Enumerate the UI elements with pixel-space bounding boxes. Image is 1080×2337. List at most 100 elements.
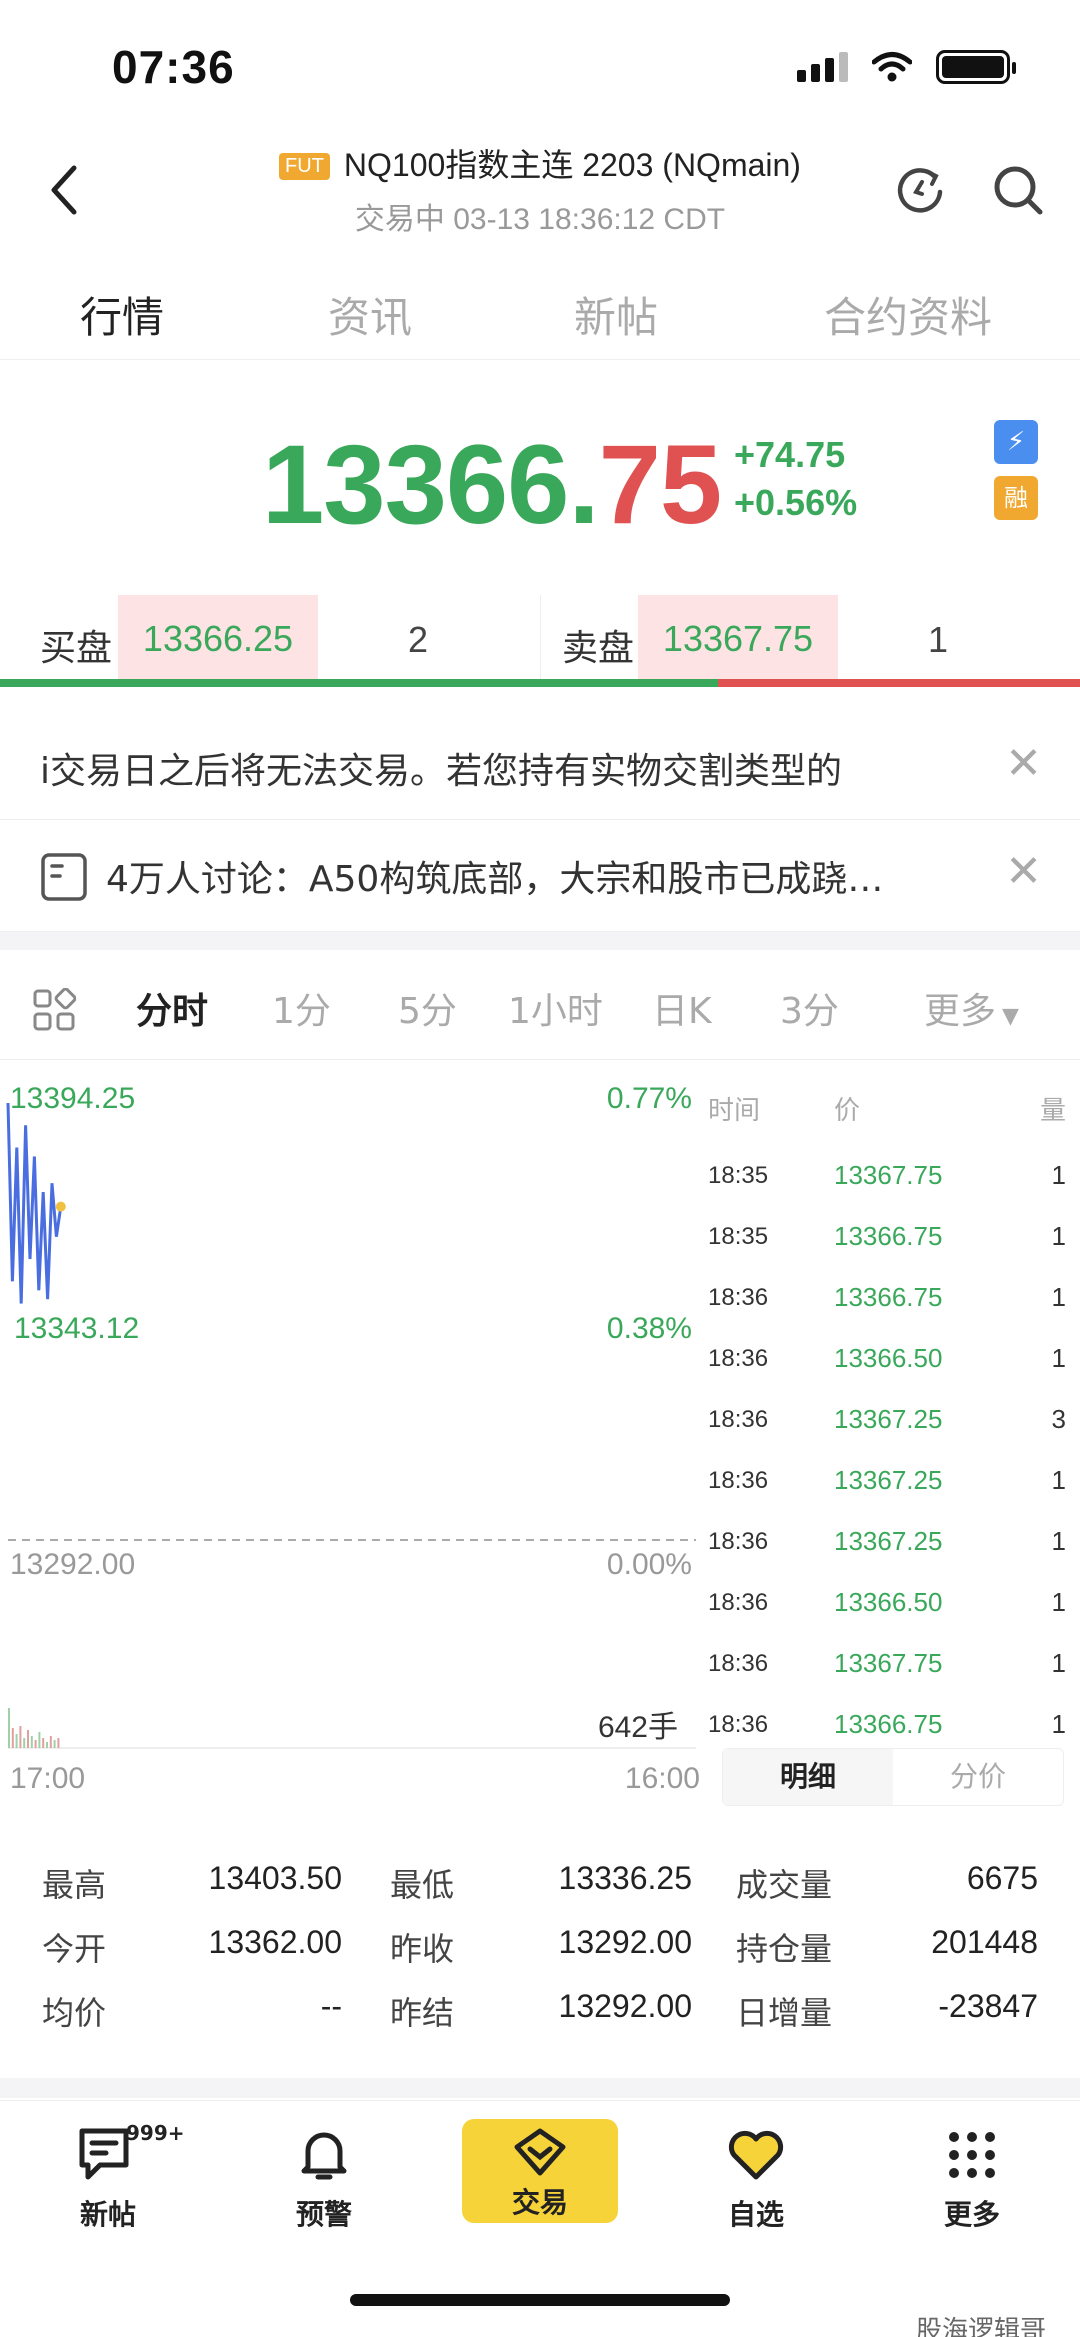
refresh-icon[interactable] xyxy=(892,162,948,218)
tab-5min[interactable]: 5分 xyxy=(398,982,457,1034)
ask-price[interactable]: 13367.75 xyxy=(638,595,838,683)
price-line xyxy=(6,1102,63,1304)
ask-qty: 1 xyxy=(928,619,949,660)
tick-price: 13366.75 xyxy=(834,1282,943,1312)
status-icons xyxy=(797,50,1016,84)
chevron-down-icon: ▼ xyxy=(1002,1004,1019,1029)
close-icon[interactable]: ✕ xyxy=(1005,742,1042,786)
tick-time: 18:36 xyxy=(708,1711,769,1738)
margin-icon[interactable]: 融 xyxy=(994,476,1038,520)
time-start: 17:00 xyxy=(10,1762,86,1795)
tick-row: 18:36 13367.25 3 xyxy=(700,1396,1080,1457)
stat-value: 13336.25 xyxy=(558,1860,692,1896)
header: FUT NQ100指数主连 2203 (NQmain) 交易中 03-13 18:… xyxy=(0,130,1080,250)
tab-1min[interactable]: 1分 xyxy=(272,982,331,1034)
home-indicator xyxy=(350,2294,730,2306)
volume-bars xyxy=(8,1708,60,1748)
nav-posts[interactable]: 999+ 新帖 xyxy=(38,2121,185,2233)
col-volume: 量 xyxy=(1039,1096,1066,1126)
stat-label: 最低 xyxy=(390,1866,455,1904)
tick-row: 18:36 13366.50 1 xyxy=(700,1335,1080,1396)
stat-label: 昨收 xyxy=(390,1930,455,1968)
volume-bar xyxy=(27,1730,29,1748)
nav-watchlist[interactable]: 自选 xyxy=(686,2125,826,2233)
time-end: 16:00 xyxy=(624,1762,700,1795)
tick-time: 18:36 xyxy=(708,1650,769,1677)
tab-1hour[interactable]: 1小时 xyxy=(508,982,603,1034)
volume-bar xyxy=(46,1742,48,1748)
col-time: 时间 xyxy=(708,1096,761,1126)
bid-qty: 2 xyxy=(408,619,429,660)
status-time: 07:36 xyxy=(112,41,235,93)
bid-ask-bar: 买盘 13366.25 2 卖盘 13367.75 1 xyxy=(0,595,1080,690)
bottom-nav: 999+ 新帖 预警 交易 自选 更多 xyxy=(0,2100,1080,2270)
section-gap xyxy=(0,932,1080,950)
volume-bar xyxy=(38,1732,41,1748)
nav-watchlist-label: 自选 xyxy=(727,2198,784,2231)
tick-vol: 1 xyxy=(1051,1587,1066,1617)
tick-vol: 1 xyxy=(1051,1526,1066,1556)
tab-contract-info[interactable]: 合约资料 xyxy=(824,284,992,345)
tick-price: 13367.25 xyxy=(834,1465,943,1495)
ask-label: 卖盘 xyxy=(562,628,635,669)
nav-trade[interactable]: 交易 xyxy=(462,2119,618,2223)
nav-more[interactable]: 更多 xyxy=(902,2125,1042,2233)
price-change-pct: +0.56% xyxy=(734,482,858,523)
intraday-chart[interactable]: 13394.25 0.77% 13343.12 0.38% 13292.00 0… xyxy=(0,1060,700,1800)
grid-dots-icon xyxy=(949,2132,995,2178)
signal-icon xyxy=(797,52,848,82)
tab-news[interactable]: 资讯 xyxy=(328,284,412,345)
trade-icon xyxy=(514,2128,566,2176)
tab-quote[interactable]: 行情 xyxy=(80,284,164,345)
notice-banner[interactable]: i交易日之后将无法交易。若您持有实物交割类型的 ✕ xyxy=(0,712,1080,820)
tab-price-dist[interactable]: 分价 xyxy=(893,1749,1063,1805)
discussion-banner[interactable]: 4万人讨论：A50构筑底部，大宗和股市已成跷… ✕ xyxy=(0,820,1080,932)
y-tick-base: 13292.00 xyxy=(10,1548,136,1581)
pct-tick-top: 0.77% xyxy=(606,1082,692,1115)
tick-row: 18:36 13366.75 1 xyxy=(700,1274,1080,1335)
ask-strength-bar xyxy=(718,679,1080,687)
stat-value: 201448 xyxy=(931,1924,1038,1960)
tab-detail[interactable]: 明细 xyxy=(723,1749,893,1805)
tab-3min[interactable]: 3分 xyxy=(780,982,839,1034)
tab-intraday[interactable]: 分时 xyxy=(136,982,208,1034)
bid-ask-divider xyxy=(540,595,541,683)
nav-more-label: 更多 xyxy=(943,2198,1000,2231)
tick-price: 13366.75 xyxy=(834,1709,943,1739)
stat-value: 6675 xyxy=(966,1860,1038,1896)
stat-label: 均价 xyxy=(42,1994,107,2032)
close-icon[interactable]: ✕ xyxy=(1005,850,1042,894)
stat-value: -- xyxy=(320,1988,342,2024)
tick-table: 时间 价 量 18:35 13367.75 1 18:35 13366.75 1 18:36… xyxy=(700,1060,1080,1800)
stat-label: 成交量 xyxy=(736,1866,833,1904)
bid-price[interactable]: 13366.25 xyxy=(118,595,318,683)
grid-layout-icon[interactable] xyxy=(32,988,76,1032)
tick-row: 18:35 13367.75 1 xyxy=(700,1152,1080,1213)
tick-vol: 1 xyxy=(1051,1465,1066,1495)
nav-alerts[interactable]: 预警 xyxy=(254,2125,394,2233)
tick-price: 13367.25 xyxy=(834,1526,943,1556)
volume-bar xyxy=(19,1726,22,1748)
chart-svg xyxy=(6,1102,696,1749)
volume-bar xyxy=(30,1736,33,1748)
tick-vol: 1 xyxy=(1051,1221,1066,1251)
bid-strength-bar xyxy=(0,679,718,687)
tick-vol: 1 xyxy=(1051,1648,1066,1678)
tick-time: 18:36 xyxy=(708,1467,769,1494)
search-icon[interactable] xyxy=(990,162,1046,218)
lightning-icon[interactable]: ⚡ xyxy=(994,420,1038,464)
tab-posts[interactable]: 新帖 xyxy=(574,284,658,345)
last-price-dot xyxy=(55,1201,66,1212)
stat-value: 13292.00 xyxy=(558,1988,692,2024)
tick-row: 18:36 13367.75 1 xyxy=(700,1640,1080,1701)
tab-daily[interactable]: 日K xyxy=(652,982,712,1034)
tick-price: 13366.50 xyxy=(834,1587,943,1617)
pct-tick-base: 0.00% xyxy=(606,1548,692,1581)
stat-label: 持仓量 xyxy=(736,1930,833,1968)
battery-icon xyxy=(936,50,1016,84)
stat-value: 13292.00 xyxy=(558,1924,692,1960)
watermark: 股海逻辑哥 xyxy=(915,2316,1046,2337)
tab-more[interactable]: 更多 ▼ xyxy=(924,982,1019,1034)
instrument-name: NQ100指数主连 2203 (NQmain) xyxy=(343,147,801,183)
pct-tick-mid: 0.38% xyxy=(606,1312,692,1345)
